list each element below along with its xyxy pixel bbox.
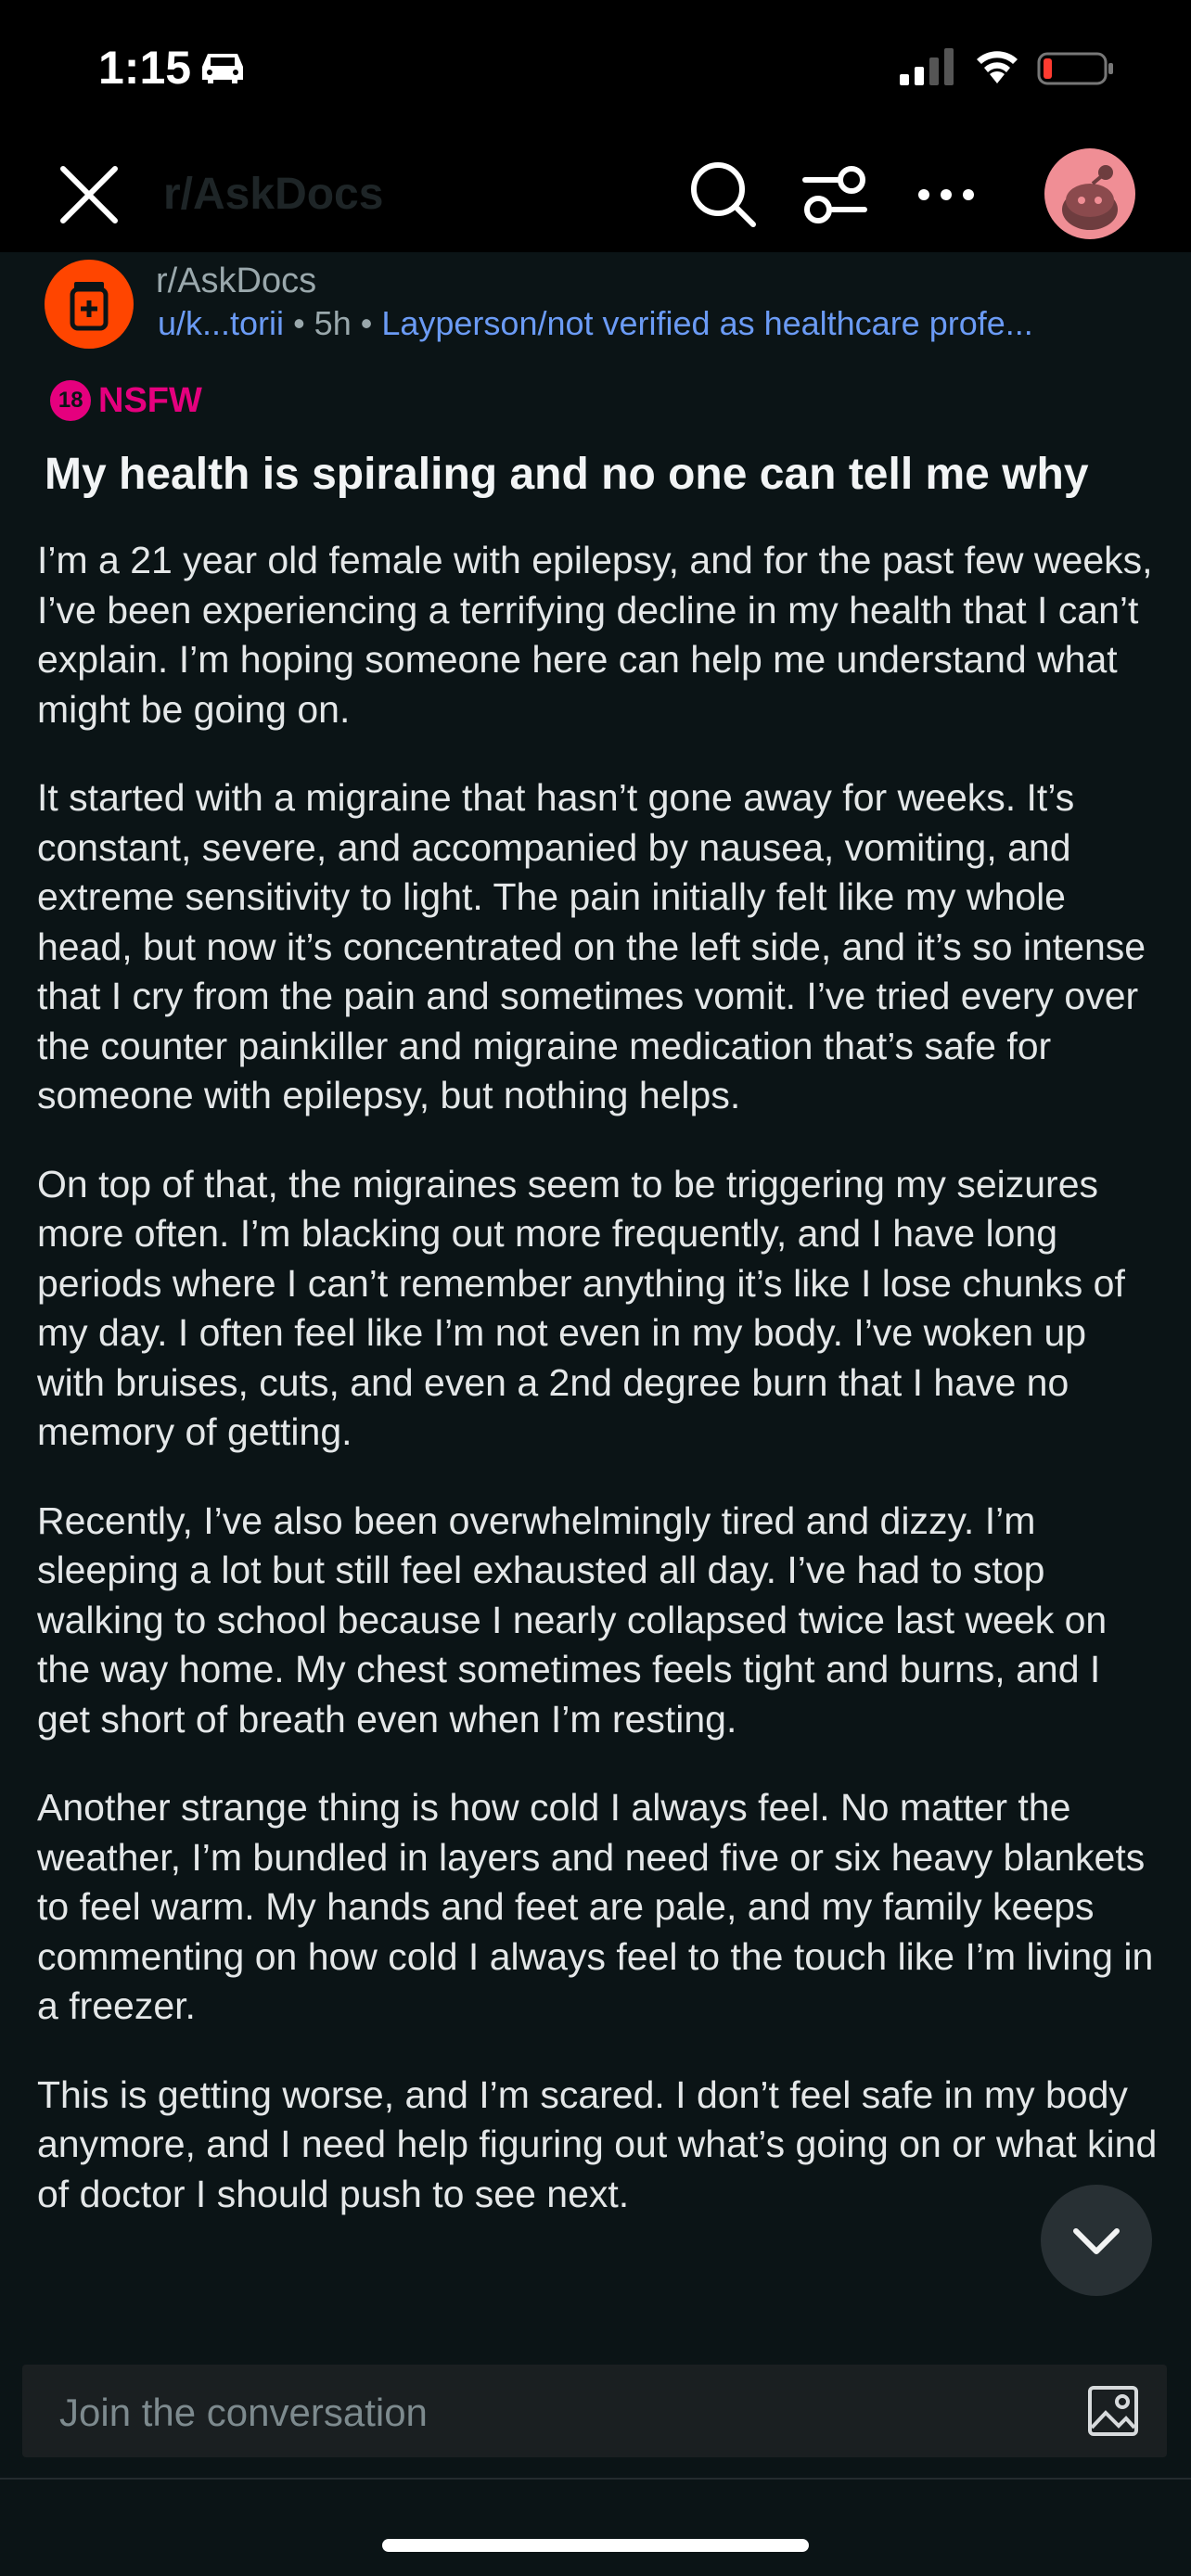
- comment-placeholder: Join the conversation: [59, 2391, 428, 2434]
- snoo-avatar: [1062, 165, 1118, 230]
- post-title: My health is spiraling and no one can te…: [45, 450, 1089, 499]
- nav-title: r/AskDocs: [163, 170, 384, 219]
- nsfw-badge-icon: 18: [41, 371, 100, 430]
- post-paragraph: Another strange thing is how cold I alwa…: [37, 1786, 1154, 2027]
- status-time: 1:15: [98, 42, 192, 94]
- post-meta: u/k...torii • 5h • Layperson/not verifie…: [158, 304, 1033, 343]
- subreddit-name[interactable]: r/AskDocs: [156, 261, 316, 301]
- post-author[interactable]: u/k...torii: [158, 304, 284, 342]
- scroll-down-button[interactable]: [1041, 2185, 1152, 2296]
- comment-input[interactable]: Join the conversation: [22, 2365, 1167, 2457]
- post-paragraph: Recently, I’ve also been overwhelmingly …: [37, 1498, 1108, 1741]
- post-paragraph: This is getting worse, and I’m scared. I…: [37, 2072, 1158, 2215]
- user-flair: Layperson/not verified as healthcare pro…: [381, 304, 1033, 342]
- post-paragraph: I’m a 21 year old female with epilepsy, …: [37, 539, 1153, 731]
- avatar[interactable]: [1044, 148, 1135, 239]
- filter-icon[interactable]: [801, 163, 868, 226]
- more-icon[interactable]: [916, 185, 976, 204]
- post-body: I’m a 21 year old female with epilepsy, …: [37, 536, 1159, 2326]
- chevron-down-icon: [1073, 2228, 1120, 2254]
- car-icon: [202, 54, 243, 83]
- nsfw-label: NSFW: [98, 380, 202, 420]
- signal-icon: [900, 48, 954, 85]
- subreddit-icon[interactable]: [45, 260, 134, 349]
- meta-separator: •: [360, 304, 382, 342]
- divider: [0, 2478, 1191, 2480]
- post-paragraph: It started with a migraine that hasn’t g…: [37, 776, 1146, 1116]
- meta-separator: •: [293, 304, 314, 342]
- home-indicator[interactable]: [382, 2539, 809, 2552]
- search-icon[interactable]: [688, 159, 759, 230]
- post-age: 5h: [314, 304, 352, 342]
- pill-bottle-icon: [70, 282, 109, 331]
- post-paragraph: On top of that, the migraines seem to be…: [37, 1162, 1125, 1454]
- close-icon[interactable]: [56, 161, 122, 228]
- image-icon[interactable]: [1087, 2385, 1139, 2437]
- battery-icon: [1037, 52, 1113, 85]
- nsfw-tag: 18 NSFW: [41, 371, 202, 430]
- status-bar: 1:15: [0, 0, 1191, 139]
- content-fade: [0, 2272, 1191, 2327]
- wifi-icon: [977, 51, 1018, 83]
